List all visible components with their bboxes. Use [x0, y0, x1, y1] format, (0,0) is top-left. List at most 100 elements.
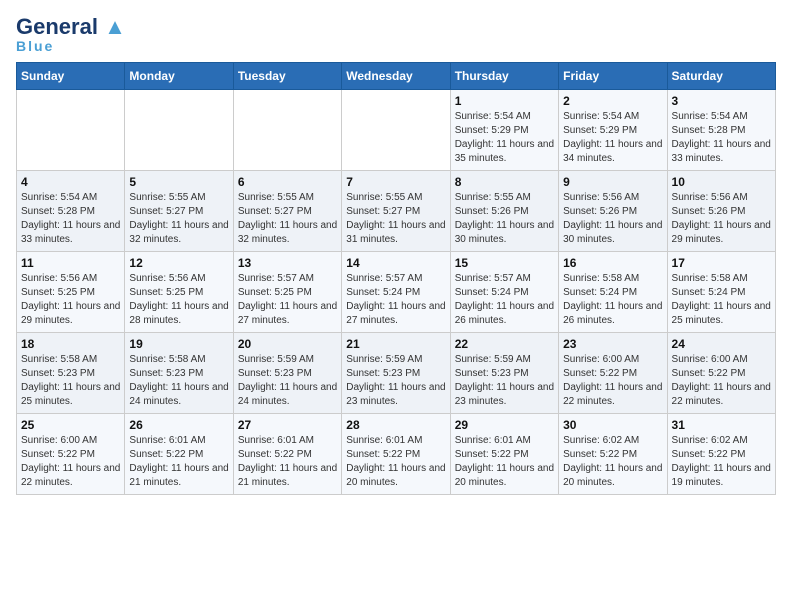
day-number: 4 [21, 175, 120, 189]
day-info: Sunrise: 6:01 AMSunset: 5:22 PMDaylight:… [455, 434, 554, 490]
day-info: Sunrise: 5:55 AMSunset: 5:27 PMDaylight:… [238, 191, 337, 247]
day-number: 14 [346, 256, 445, 270]
calendar-week-5: 25 Sunrise: 6:00 AMSunset: 5:22 PMDayligh… [17, 414, 776, 495]
calendar-cell: 14Sunrise: 5:57 AMSunset: 5:24 PMDayligh… [342, 252, 450, 333]
day-number: 2 [563, 94, 662, 108]
day-info: Sunrise: 5:59 AMSunset: 5:23 PMDaylight:… [238, 353, 337, 409]
calendar-week-2: 4Sunrise: 5:54 AMSunset: 5:28 PMDaylight… [17, 171, 776, 252]
day-number: 19 [129, 337, 228, 351]
day-number: 1 [455, 94, 554, 108]
day-info: Sunrise: 5:59 AMSunset: 5:23 PMDaylight:… [346, 353, 445, 409]
day-info: Sunrise: 5:55 AMSunset: 5:26 PMDaylight:… [455, 191, 554, 247]
calendar-week-4: 18 Sunrise: 5:58 AMSunset: 5:23 PMDayligh… [17, 333, 776, 414]
weekday-header-tuesday: Tuesday [233, 63, 341, 90]
calendar-week-1: 1 Sunrise: 5:54 AMSunset: 5:29 PMDaylight… [17, 90, 776, 171]
day-number: 12 [129, 256, 228, 270]
day-number: 31 [672, 418, 771, 432]
day-number: 3 [672, 94, 771, 108]
calendar-cell: 5 Sunrise: 5:55 AMSunset: 5:27 PMDaylight… [125, 171, 233, 252]
calendar-cell [233, 90, 341, 171]
day-number: 9 [563, 175, 662, 189]
calendar-table: SundayMondayTuesdayWednesdayThursdayFrid… [16, 62, 776, 495]
calendar-cell: 11Sunrise: 5:56 AMSunset: 5:25 PMDayligh… [17, 252, 125, 333]
weekday-header-saturday: Saturday [667, 63, 775, 90]
day-info: Sunrise: 6:02 AMSunset: 5:22 PMDaylight:… [563, 434, 662, 490]
calendar-cell: 2 Sunrise: 5:54 AMSunset: 5:29 PMDaylight… [559, 90, 667, 171]
calendar-cell: 12 Sunrise: 5:56 AMSunset: 5:25 PMDayligh… [125, 252, 233, 333]
day-info: Sunrise: 5:55 AMSunset: 5:27 PMDaylight:… [346, 191, 445, 247]
calendar-body: 1 Sunrise: 5:54 AMSunset: 5:29 PMDaylight… [17, 90, 776, 495]
calendar-cell [125, 90, 233, 171]
day-info: Sunrise: 6:01 AMSunset: 5:22 PMDaylight:… [129, 434, 228, 490]
day-info: Sunrise: 5:58 AMSunset: 5:23 PMDaylight:… [21, 353, 120, 409]
calendar-cell: 21 Sunrise: 5:59 AMSunset: 5:23 PMDayligh… [342, 333, 450, 414]
day-info: Sunrise: 6:00 AMSunset: 5:22 PMDaylight:… [563, 353, 662, 409]
day-info: Sunrise: 5:57 AMSunset: 5:25 PMDaylight:… [238, 272, 337, 328]
calendar-cell: 8 Sunrise: 5:55 AMSunset: 5:26 PMDaylight… [450, 171, 558, 252]
calendar-cell: 3 Sunrise: 5:54 AMSunset: 5:28 PMDaylight… [667, 90, 775, 171]
calendar-cell: 7 Sunrise: 5:55 AMSunset: 5:27 PMDaylight… [342, 171, 450, 252]
day-number: 28 [346, 418, 445, 432]
day-number: 25 [21, 418, 120, 432]
calendar-cell: 4Sunrise: 5:54 AMSunset: 5:28 PMDaylight… [17, 171, 125, 252]
day-info: Sunrise: 5:55 AMSunset: 5:27 PMDaylight:… [129, 191, 228, 247]
calendar-cell: 20 Sunrise: 5:59 AMSunset: 5:23 PMDayligh… [233, 333, 341, 414]
day-info: Sunrise: 5:58 AMSunset: 5:23 PMDaylight:… [129, 353, 228, 409]
day-number: 21 [346, 337, 445, 351]
calendar-week-3: 11Sunrise: 5:56 AMSunset: 5:25 PMDayligh… [17, 252, 776, 333]
day-number: 13 [238, 256, 337, 270]
calendar-cell: 22Sunrise: 5:59 AMSunset: 5:23 PMDayligh… [450, 333, 558, 414]
day-info: Sunrise: 5:54 AMSunset: 5:28 PMDaylight:… [672, 110, 771, 166]
day-info: Sunrise: 6:00 AMSunset: 5:22 PMDaylight:… [21, 434, 120, 490]
page-header: General ▲ Blue [16, 16, 776, 54]
weekday-header-monday: Monday [125, 63, 233, 90]
calendar-cell: 23 Sunrise: 6:00 AMSunset: 5:22 PMDayligh… [559, 333, 667, 414]
calendar-header: SundayMondayTuesdayWednesdayThursdayFrid… [17, 63, 776, 90]
day-number: 17 [672, 256, 771, 270]
day-number: 20 [238, 337, 337, 351]
logo: General ▲ Blue [16, 16, 126, 54]
day-number: 29 [455, 418, 554, 432]
logo-general: General [16, 14, 98, 39]
logo-triangle-icon: ▲ [104, 14, 126, 39]
day-info: Sunrise: 5:56 AMSunset: 5:25 PMDaylight:… [21, 272, 120, 328]
day-number: 15 [455, 256, 554, 270]
calendar-cell: 30Sunrise: 6:02 AMSunset: 5:22 PMDayligh… [559, 414, 667, 495]
day-info: Sunrise: 5:56 AMSunset: 5:26 PMDaylight:… [563, 191, 662, 247]
day-info: Sunrise: 5:54 AMSunset: 5:29 PMDaylight:… [455, 110, 554, 166]
calendar-cell: 24Sunrise: 6:00 AMSunset: 5:22 PMDayligh… [667, 333, 775, 414]
day-number: 7 [346, 175, 445, 189]
day-info: Sunrise: 6:00 AMSunset: 5:22 PMDaylight:… [672, 353, 771, 409]
calendar-cell: 16Sunrise: 5:58 AMSunset: 5:24 PMDayligh… [559, 252, 667, 333]
calendar-cell [342, 90, 450, 171]
day-info: Sunrise: 5:58 AMSunset: 5:24 PMDaylight:… [563, 272, 662, 328]
calendar-cell: 26 Sunrise: 6:01 AMSunset: 5:22 PMDayligh… [125, 414, 233, 495]
day-info: Sunrise: 5:56 AMSunset: 5:25 PMDaylight:… [129, 272, 228, 328]
day-number: 26 [129, 418, 228, 432]
calendar-cell [17, 90, 125, 171]
calendar-cell: 10Sunrise: 5:56 AMSunset: 5:26 PMDayligh… [667, 171, 775, 252]
weekday-header-wednesday: Wednesday [342, 63, 450, 90]
day-number: 23 [563, 337, 662, 351]
logo-wordmark: General ▲ [16, 16, 126, 38]
calendar-cell: 13 Sunrise: 5:57 AMSunset: 5:25 PMDayligh… [233, 252, 341, 333]
weekday-header-friday: Friday [559, 63, 667, 90]
weekday-row: SundayMondayTuesdayWednesdayThursdayFrid… [17, 63, 776, 90]
calendar-cell: 29 Sunrise: 6:01 AMSunset: 5:22 PMDayligh… [450, 414, 558, 495]
calendar-cell: 31Sunrise: 6:02 AMSunset: 5:22 PMDayligh… [667, 414, 775, 495]
day-info: Sunrise: 5:58 AMSunset: 5:24 PMDaylight:… [672, 272, 771, 328]
day-info: Sunrise: 5:57 AMSunset: 5:24 PMDaylight:… [455, 272, 554, 328]
day-info: Sunrise: 5:54 AMSunset: 5:29 PMDaylight:… [563, 110, 662, 166]
weekday-header-thursday: Thursday [450, 63, 558, 90]
day-number: 18 [21, 337, 120, 351]
calendar-cell: 17 Sunrise: 5:58 AMSunset: 5:24 PMDayligh… [667, 252, 775, 333]
calendar-cell: 15 Sunrise: 5:57 AMSunset: 5:24 PMDayligh… [450, 252, 558, 333]
day-info: Sunrise: 6:01 AMSunset: 5:22 PMDaylight:… [238, 434, 337, 490]
calendar-cell: 9 Sunrise: 5:56 AMSunset: 5:26 PMDaylight… [559, 171, 667, 252]
day-number: 6 [238, 175, 337, 189]
day-number: 5 [129, 175, 228, 189]
calendar-cell: 25 Sunrise: 6:00 AMSunset: 5:22 PMDayligh… [17, 414, 125, 495]
weekday-header-sunday: Sunday [17, 63, 125, 90]
day-info: Sunrise: 5:56 AMSunset: 5:26 PMDaylight:… [672, 191, 771, 247]
day-number: 8 [455, 175, 554, 189]
